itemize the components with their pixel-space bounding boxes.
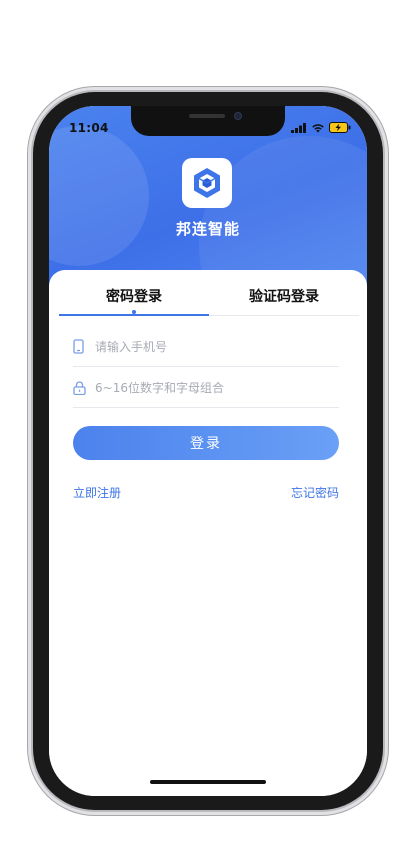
- lock-icon: [73, 380, 95, 395]
- wifi-icon: [312, 123, 324, 132]
- forgot-password-link[interactable]: 忘记密码: [291, 484, 339, 501]
- front-camera: [234, 112, 242, 120]
- password-input[interactable]: [95, 380, 339, 395]
- notch: [131, 106, 285, 136]
- login-tabs: 密码登录 验证码登录: [59, 270, 359, 316]
- phone-frame: 11:04 邦连智能 密码登录 验证码登录 请输入手机号 登录 立即注册 忘记密…: [33, 92, 383, 810]
- phone-screen: 11:04 邦连智能 密码登录 验证码登录 请输入手机号 登录 立即注册 忘记密…: [49, 106, 367, 796]
- tab-label: 密码登录: [106, 289, 162, 305]
- status-time: 11:04: [69, 121, 109, 135]
- app-logo-icon: [194, 168, 220, 198]
- password-field: [73, 368, 339, 408]
- cellular-signal-icon: [291, 122, 306, 133]
- app-name: 邦连智能: [175, 220, 240, 238]
- phone-input[interactable]: [95, 339, 339, 354]
- tab-password-login[interactable]: 密码登录: [59, 270, 209, 316]
- register-link[interactable]: 立即注册: [73, 484, 121, 501]
- status-icons: [291, 122, 351, 133]
- active-tab-indicator: [132, 310, 136, 314]
- mobile-phone-icon: [73, 339, 95, 354]
- speaker: [189, 114, 225, 118]
- tab-label: 验证码登录: [249, 289, 319, 305]
- app-logo: [182, 158, 232, 208]
- phone-field: [73, 327, 339, 367]
- home-indicator[interactable]: [150, 780, 266, 784]
- power-button: [383, 290, 387, 368]
- login-button[interactable]: 登录: [73, 426, 339, 460]
- login-card: 密码登录 验证码登录 请输入手机号 登录 立即注册 忘记密码: [49, 270, 367, 796]
- header-decoration: [49, 126, 149, 266]
- battery-charging-icon: [329, 122, 351, 133]
- tab-code-login[interactable]: 验证码登录: [209, 270, 359, 315]
